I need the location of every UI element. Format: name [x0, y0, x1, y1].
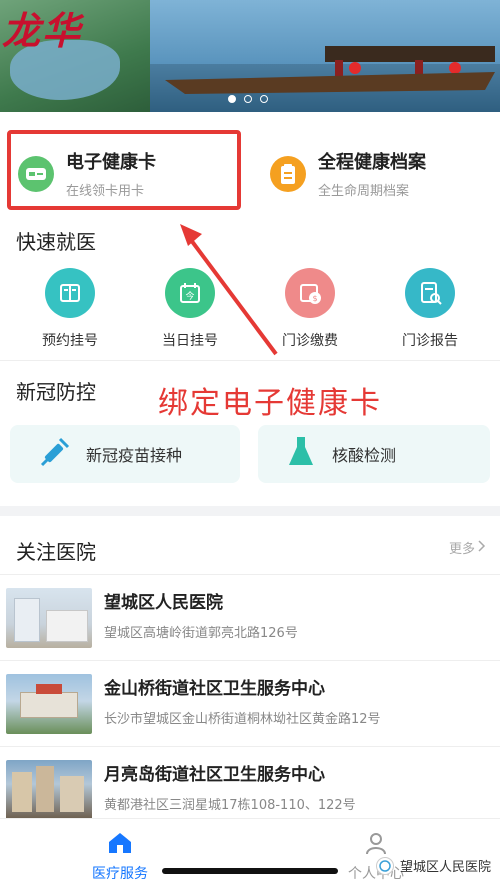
- report-icon: [405, 268, 455, 318]
- hospitals-section-title: 关注医院: [16, 540, 96, 564]
- carousel-dot[interactable]: [260, 95, 268, 103]
- quick-item-appointment[interactable]: 预约挂号: [15, 268, 125, 350]
- banner-carousel[interactable]: 龙华: [0, 0, 500, 112]
- svg-text:$: $: [312, 294, 317, 303]
- bottom-nav: 医疗服务 个人中心: [0, 818, 500, 888]
- app-screen: 龙华 电子健康卡 在线领卡用卡 全程健康档案 全生命周期档案 快速就医 预约挂号…: [0, 0, 500, 888]
- nucleic-test-label: 核酸检测: [332, 446, 397, 465]
- flask-icon: [286, 435, 316, 473]
- quick-section-title: 快速就医: [16, 230, 96, 254]
- hospital-address: 望城区高塘岭街道郭亮北路126号: [104, 626, 298, 641]
- banner-title: 龙华: [2, 8, 83, 53]
- divider: [0, 660, 500, 661]
- annotation-text: 绑定电子健康卡: [158, 386, 382, 421]
- more-link[interactable]: 更多: [449, 538, 486, 557]
- hospital-name: 月亮岛街道社区卫生服务中心: [104, 765, 325, 785]
- carousel-dot[interactable]: [228, 95, 236, 103]
- hospital-address: 长沙市望城区金山桥街道桐林坳社区黄金路12号: [104, 712, 381, 727]
- payment-icon: $: [285, 268, 335, 318]
- clipboard-icon: [270, 155, 306, 192]
- covid-section-title: 新冠防控: [16, 380, 96, 404]
- hospital-thumbnail: [6, 760, 92, 820]
- chevron-right-icon: [478, 539, 486, 556]
- home-icon: [107, 831, 133, 859]
- quick-item-label: 预约挂号: [42, 333, 98, 349]
- hospital-name: 望城区人民医院: [104, 593, 223, 613]
- home-indicator[interactable]: [162, 868, 338, 874]
- carousel-dot[interactable]: [244, 95, 252, 103]
- health-record-entry[interactable]: 全程健康档案 全生命周期档案: [270, 148, 426, 199]
- boat-image: [165, 46, 495, 94]
- annotation-arrow: [180, 224, 278, 356]
- hospital-address: 黄都港社区三润星城17栋108-110、122号: [104, 798, 356, 813]
- user-icon: [364, 831, 388, 859]
- appointment-icon: [45, 268, 95, 318]
- hospital-item[interactable]: 望城区人民医院 望城区高塘岭街道郭亮北路126号: [0, 576, 500, 660]
- wechat-logo-icon: [376, 856, 394, 875]
- hospital-name: 金山桥街道社区卫生服务中心: [104, 679, 325, 699]
- hospital-thumbnail: [6, 588, 92, 648]
- highlight-box: [7, 130, 241, 210]
- divider: [0, 746, 500, 747]
- health-record-subtitle: 全生命周期档案: [318, 184, 410, 199]
- section-divider: [0, 506, 500, 516]
- quick-item-label: 门诊缴费: [282, 333, 338, 349]
- health-record-title: 全程健康档案: [318, 152, 426, 173]
- nav-item-medical[interactable]: 医疗服务: [92, 831, 148, 883]
- hospital-item[interactable]: 金山桥街道社区卫生服务中心 长沙市望城区金山桥街道桐林坳社区黄金路12号: [0, 662, 500, 746]
- covid-vaccine-tile[interactable]: 新冠疫苗接种: [10, 425, 240, 483]
- watermark: 望城区人民医院: [376, 856, 491, 875]
- hospital-thumbnail: [6, 674, 92, 734]
- nav-item-label: 医疗服务: [92, 866, 148, 882]
- divider: [0, 574, 500, 575]
- quick-item-label: 门诊报告: [402, 333, 458, 349]
- carousel-dots: [228, 95, 268, 103]
- quick-item-report[interactable]: 门诊报告: [375, 268, 485, 350]
- syringe-icon: [38, 435, 72, 473]
- watermark-text: 望城区人民医院: [400, 860, 492, 875]
- nucleic-test-tile[interactable]: 核酸检测: [258, 425, 490, 483]
- covid-vaccine-label: 新冠疫苗接种: [86, 446, 183, 465]
- more-label: 更多: [448, 542, 475, 557]
